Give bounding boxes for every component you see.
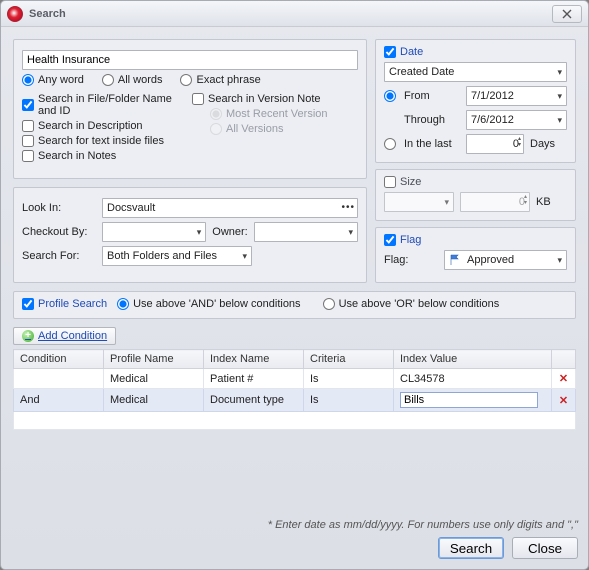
size-panel: Size 0 KB	[375, 169, 576, 221]
date-from-input[interactable]: 7/1/2012	[466, 86, 567, 106]
size-enable-checkbox[interactable]	[384, 176, 396, 188]
search-dialog: Search Any word All words Exact phrase S…	[0, 0, 589, 570]
date-inlast-label: In the last	[404, 138, 460, 150]
owner-label: Owner:	[212, 226, 247, 238]
size-unit-label: KB	[536, 196, 551, 208]
scope-fulltext-checkbox[interactable]: Search for text inside files	[22, 135, 188, 147]
date-panel: Date Created Date From 7/1/2012 Through …	[375, 39, 576, 163]
date-through-label: Through	[404, 114, 460, 126]
flag-icon	[449, 254, 461, 266]
flag-label: Flag:	[384, 254, 438, 266]
match-exact-radio[interactable]: Exact phrase	[180, 74, 260, 86]
size-title: Size	[400, 176, 421, 188]
col-index[interactable]: Index Name	[204, 350, 304, 369]
date-title: Date	[400, 46, 423, 58]
match-any-label: Any word	[38, 74, 84, 86]
close-button[interactable]: Close	[512, 537, 578, 559]
size-value-input: 0	[460, 192, 530, 212]
dialog-footer: * Enter date as mm/dd/yyyy. For numbers …	[1, 513, 588, 569]
checkout-label: Checkout By:	[22, 226, 96, 238]
flag-value-combo[interactable]: Approved	[444, 250, 567, 270]
searchfor-combo[interactable]: Both Folders and Files	[102, 246, 252, 266]
col-value[interactable]: Index Value	[394, 350, 552, 369]
date-inlast-unit: Days	[530, 138, 555, 150]
match-all-label: All words	[118, 74, 163, 86]
close-icon	[562, 9, 572, 19]
search-criteria-panel: Any word All words Exact phrase Search i…	[13, 39, 367, 179]
date-enable-checkbox[interactable]	[384, 46, 396, 58]
match-any-radio[interactable]: Any word	[22, 74, 84, 86]
search-query-input[interactable]	[22, 50, 358, 70]
grid-empty-space	[14, 412, 576, 430]
scope-name-id-checkbox[interactable]: Search in File/Folder Name and ID	[22, 93, 188, 117]
date-inlast-value-input[interactable]: 0	[466, 134, 524, 154]
version-all-radio: All Versions	[210, 123, 358, 135]
profile-and-radio[interactable]: Use above 'AND' below conditions	[117, 298, 300, 310]
searchfor-label: Search For:	[22, 250, 96, 262]
scope-version-note-checkbox[interactable]: Search in Version Note	[192, 93, 358, 105]
footer-hint: * Enter date as mm/dd/yyyy. For numbers …	[11, 519, 578, 531]
col-condition[interactable]: Condition	[14, 350, 104, 369]
delete-row-button[interactable]: ✕	[552, 369, 576, 389]
match-all-radio[interactable]: All words	[102, 74, 163, 86]
profile-or-radio[interactable]: Use above 'OR' below conditions	[323, 298, 500, 310]
col-profile[interactable]: Profile Name	[104, 350, 204, 369]
lookin-browse-icon[interactable]: •••	[341, 201, 355, 215]
index-value-input[interactable]	[400, 392, 538, 408]
table-row[interactable]: And Medical Document type Is ✕	[14, 389, 576, 412]
size-op-combo	[384, 192, 454, 212]
version-most-recent-radio: Most Recent Version	[210, 108, 358, 120]
owner-combo[interactable]	[254, 222, 358, 242]
plus-icon: +	[22, 330, 34, 342]
match-exact-label: Exact phrase	[196, 74, 260, 86]
profile-search-checkbox[interactable]: Profile Search	[22, 298, 107, 310]
col-criteria[interactable]: Criteria	[304, 350, 394, 369]
flag-panel: Flag Flag: Approved	[375, 227, 576, 283]
flag-title: Flag	[400, 234, 421, 246]
profile-search-panel: Profile Search Use above 'AND' below con…	[13, 291, 576, 319]
titlebar[interactable]: Search	[1, 1, 588, 27]
scope-notes-checkbox[interactable]: Search in Notes	[22, 150, 188, 162]
lookin-label: Look In:	[22, 202, 96, 214]
checkout-by-combo[interactable]	[102, 222, 206, 242]
date-type-combo[interactable]: Created Date	[384, 62, 567, 82]
date-from-label: From	[404, 90, 460, 102]
index-value-cell-editing[interactable]	[394, 389, 552, 412]
conditions-area: + Add Condition Condition Profile Name I…	[13, 327, 576, 501]
window-title: Search	[29, 8, 66, 20]
window-close-button[interactable]	[552, 5, 582, 23]
date-inlast-radio[interactable]	[384, 138, 396, 150]
scope-description-checkbox[interactable]: Search in Description	[22, 120, 188, 132]
col-delete	[552, 350, 576, 369]
conditions-grid[interactable]: Condition Profile Name Index Name Criter…	[13, 349, 576, 430]
app-icon	[7, 6, 23, 22]
table-row[interactable]: Medical Patient # Is CL34578 ✕	[14, 369, 576, 389]
location-panel: Look In: Docsvault ••• Checkout By: Owne…	[13, 187, 367, 284]
delete-row-button[interactable]: ✕	[552, 389, 576, 412]
search-button[interactable]: Search	[438, 537, 504, 559]
date-range-radio[interactable]	[384, 90, 396, 102]
date-through-input[interactable]: 7/6/2012	[466, 110, 567, 130]
right-column: Date Created Date From 7/1/2012 Through …	[375, 39, 576, 283]
add-condition-button[interactable]: + Add Condition	[13, 327, 116, 345]
lookin-input[interactable]: Docsvault •••	[102, 198, 358, 218]
flag-enable-checkbox[interactable]	[384, 234, 396, 246]
